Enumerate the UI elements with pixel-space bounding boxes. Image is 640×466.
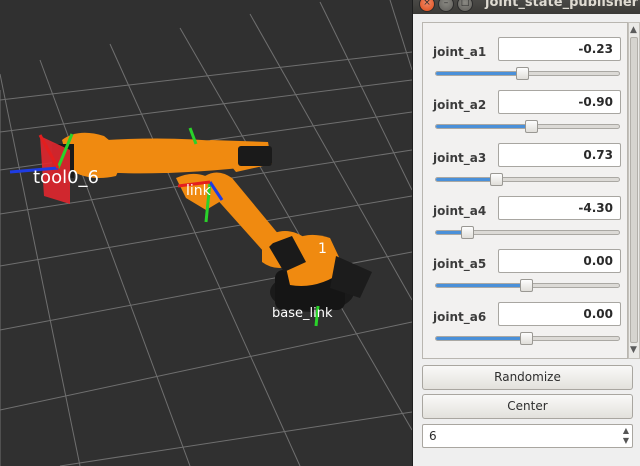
joint-row-joint_a1: joint_a1 -0.23 <box>423 37 629 90</box>
column-count-spinbox[interactable]: 6 ▲ ▼ <box>422 424 633 448</box>
joint-value-field[interactable]: -0.90 <box>498 90 621 114</box>
joint-value-field[interactable]: -4.30 <box>498 196 621 220</box>
link-index-label: 1 <box>318 241 327 257</box>
robot-arm-motor <box>238 146 272 166</box>
joint-slider-handle[interactable] <box>520 279 533 292</box>
base-frame-label: base_link <box>272 306 333 321</box>
spinbox-value[interactable]: 6 <box>429 425 437 447</box>
scene-canvas[interactable]: tool0_6 link 1 base_link <box>0 0 412 466</box>
joint-slider-fill <box>436 337 526 340</box>
window-close-button[interactable]: × <box>419 0 435 12</box>
joint-slider-fill <box>436 72 522 75</box>
joint-row-joint_a3: joint_a3 0.73 <box>423 143 629 196</box>
tool-frame-label: tool0_6 <box>33 167 99 188</box>
joint-slider-fill <box>436 178 496 181</box>
joint-label: joint_a3 <box>433 151 487 165</box>
joint-slider-fill <box>436 125 531 128</box>
joint-value-field[interactable]: 0.00 <box>498 249 621 273</box>
joint-row-joint_a4: joint_a4 -4.30 <box>423 196 629 249</box>
joint-slider-handle[interactable] <box>516 67 529 80</box>
maximize-icon: □ <box>460 0 470 8</box>
link-frame-label: link <box>186 183 212 199</box>
close-icon: × <box>423 0 431 8</box>
joint-list-panel: joint_a1 -0.23 joint_a2 -0.90 joint_a3 0.73 jo… <box>422 22 628 359</box>
window-minimize-button[interactable]: – <box>438 0 454 12</box>
joint-label: joint_a6 <box>433 310 487 324</box>
joint-slider[interactable] <box>435 173 620 186</box>
joint-slider-fill <box>436 284 526 287</box>
joint-row-joint_a5: joint_a5 0.00 <box>423 249 629 302</box>
scroll-down-icon[interactable]: ▼ <box>630 346 637 355</box>
joint-value-field[interactable]: -0.23 <box>498 37 621 61</box>
scroll-up-icon[interactable]: ▲ <box>630 26 637 35</box>
window-title: joint_state_publisher <box>485 0 639 10</box>
window-maximize-button[interactable]: □ <box>457 0 473 12</box>
joint-slider[interactable] <box>435 120 620 133</box>
spin-down-icon[interactable]: ▼ <box>623 437 629 445</box>
scrollbar-thumb[interactable] <box>630 37 638 343</box>
joint-slider[interactable] <box>435 226 620 239</box>
window-titlebar[interactable]: × – □ joint_state_publisher <box>413 0 640 14</box>
joint-label: joint_a4 <box>433 204 487 218</box>
joint-label: joint_a1 <box>433 45 487 59</box>
scene-background <box>0 0 412 466</box>
joint-value-field[interactable]: 0.00 <box>498 302 621 326</box>
joint-slider[interactable] <box>435 332 620 345</box>
joint-value-field[interactable]: 0.73 <box>498 143 621 167</box>
center-button[interactable]: Center <box>422 394 633 419</box>
joint-label: joint_a2 <box>433 98 487 112</box>
joint-list-scrollbar[interactable]: ▲ ▼ <box>628 22 640 359</box>
joint-slider-handle[interactable] <box>490 173 503 186</box>
joint-slider-handle[interactable] <box>525 120 538 133</box>
randomize-button[interactable]: Randomize <box>422 365 633 390</box>
joint-row-joint_a6: joint_a6 0.00 <box>423 302 629 355</box>
joint-slider-handle[interactable] <box>520 332 533 345</box>
joint-slider-handle[interactable] <box>461 226 474 239</box>
minimize-icon: – <box>443 0 449 8</box>
joint-slider[interactable] <box>435 279 620 292</box>
joint-row-joint_a2: joint_a2 -0.90 <box>423 90 629 143</box>
spin-up-icon[interactable]: ▲ <box>623 427 629 435</box>
joint-label: joint_a5 <box>433 257 487 271</box>
joint-state-publisher-window: × – □ joint_state_publisher joint_a1 -0.2… <box>412 0 640 466</box>
joint-slider[interactable] <box>435 67 620 80</box>
